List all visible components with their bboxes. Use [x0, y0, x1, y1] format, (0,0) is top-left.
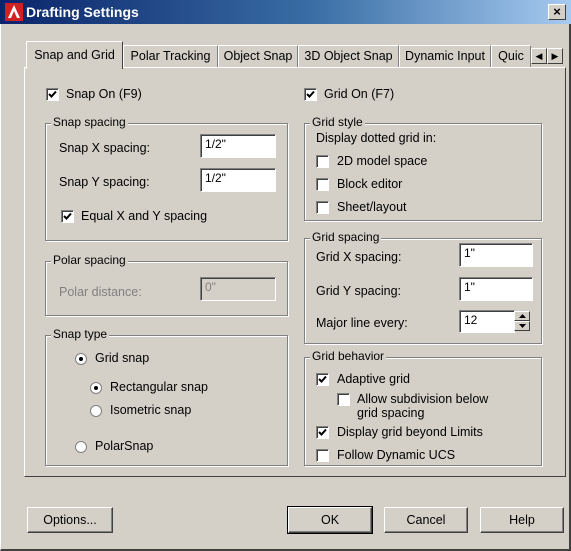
arrow-left-icon: ◀ [535, 51, 543, 61]
grid-style-description: Display dotted grid in: [316, 131, 437, 145]
tab-quick-properties[interactable]: Quic [491, 45, 531, 68]
tab-3d-object-snap[interactable]: 3D Object Snap [298, 45, 399, 68]
ok-button[interactable]: OK [287, 506, 373, 534]
sheet-layout-label: Sheet/layout [337, 200, 407, 214]
major-line-label: Major line every: [316, 316, 408, 330]
checkmark-icon [318, 375, 327, 383]
major-line-input[interactable]: 12 [459, 310, 515, 333]
follow-dynamic-ucs-label: Follow Dynamic UCS [337, 448, 456, 462]
isometric-snap-label: Isometric snap [110, 403, 192, 417]
cancel-button[interactable]: Cancel [384, 507, 468, 533]
tab-object-snap[interactable]: Object Snap [218, 45, 298, 68]
checkmark-icon [306, 90, 315, 98]
snap-y-spacing-label: Snap Y spacing: [59, 175, 150, 189]
rectangular-snap-label: Rectangular snap [110, 380, 208, 394]
snap-on-label: Snap On (F9) [66, 87, 142, 101]
adaptive-grid-label: Adaptive grid [337, 372, 410, 386]
tab-polar-tracking[interactable]: Polar Tracking [123, 45, 218, 68]
checkmark-icon [48, 90, 57, 98]
grid-on-label: Grid On (F7) [324, 87, 395, 101]
grid-y-spacing-label: Grid Y spacing: [316, 284, 402, 298]
grid-y-spacing-input[interactable]: 1" [459, 277, 533, 301]
display-beyond-limits-checkbox[interactable] [316, 426, 329, 439]
isometric-snap-radio[interactable] [90, 405, 102, 417]
tab-scroll-left-button[interactable]: ◀ [531, 48, 547, 64]
model-space-checkbox[interactable] [316, 155, 329, 168]
allow-subdivision-label-line2: grid spacing [357, 406, 425, 420]
snap-type-title: Snap type [51, 327, 110, 341]
follow-dynamic-ucs-checkbox[interactable] [316, 449, 329, 462]
snap-on-checkbox[interactable] [46, 88, 59, 101]
window-title: Drafting Settings [26, 4, 139, 20]
grid-style-title: Grid style [310, 115, 365, 129]
grid-x-spacing-input[interactable]: 1" [459, 243, 533, 267]
polar-spacing-title: Polar spacing [51, 253, 128, 267]
equal-xy-spacing-label: Equal X and Y spacing [81, 209, 208, 223]
allow-subdivision-checkbox[interactable] [337, 393, 350, 406]
grid-snap-label: Grid snap [95, 351, 150, 365]
grid-on-checkbox[interactable] [304, 88, 317, 101]
model-space-label: 2D model space [337, 154, 428, 168]
rectangular-snap-radio[interactable] [90, 382, 102, 394]
options-button[interactable]: Options... [27, 507, 113, 533]
tab-dynamic-input[interactable]: Dynamic Input [399, 45, 491, 68]
grid-x-spacing-label: Grid X spacing: [316, 250, 402, 264]
major-line-spinner[interactable] [514, 311, 530, 332]
polar-distance-input[interactable]: 0" [200, 277, 276, 301]
close-button[interactable]: × [548, 4, 566, 20]
autocad-logo-icon [5, 3, 23, 21]
checkmark-icon [318, 428, 327, 436]
grid-spacing-title: Grid spacing [310, 230, 382, 244]
close-icon: × [553, 4, 561, 19]
polarsnap-radio[interactable] [75, 441, 87, 453]
block-editor-label: Block editor [337, 177, 403, 191]
arrow-up-icon [519, 314, 526, 318]
checkmark-icon [63, 212, 72, 220]
snap-x-spacing-label: Snap X spacing: [59, 141, 151, 155]
arrow-down-icon [519, 324, 526, 328]
sheet-layout-checkbox[interactable] [316, 201, 329, 214]
display-beyond-limits-label: Display grid beyond Limits [337, 425, 483, 439]
tab-snap-and-grid[interactable]: Snap and Grid [26, 41, 123, 69]
arrow-right-icon: ▶ [551, 51, 559, 61]
polar-distance-label: Polar distance: [59, 285, 142, 299]
equal-xy-spacing-checkbox[interactable] [61, 210, 74, 223]
polarsnap-label: PolarSnap [95, 439, 154, 453]
snap-x-spacing-input[interactable]: 1/2" [200, 134, 276, 158]
block-editor-checkbox[interactable] [316, 178, 329, 191]
snap-y-spacing-input[interactable]: 1/2" [200, 168, 276, 192]
spin-up-button[interactable] [514, 311, 530, 321]
allow-subdivision-label-line1: Allow subdivision below [357, 392, 489, 406]
spin-down-button[interactable] [514, 321, 530, 331]
grid-behavior-title: Grid behavior [310, 349, 387, 363]
grid-snap-radio[interactable] [75, 353, 87, 365]
help-button[interactable]: Help [480, 507, 564, 533]
snap-spacing-title: Snap spacing [51, 115, 128, 129]
tab-scroll-right-button[interactable]: ▶ [547, 48, 563, 64]
adaptive-grid-checkbox[interactable] [316, 373, 329, 386]
